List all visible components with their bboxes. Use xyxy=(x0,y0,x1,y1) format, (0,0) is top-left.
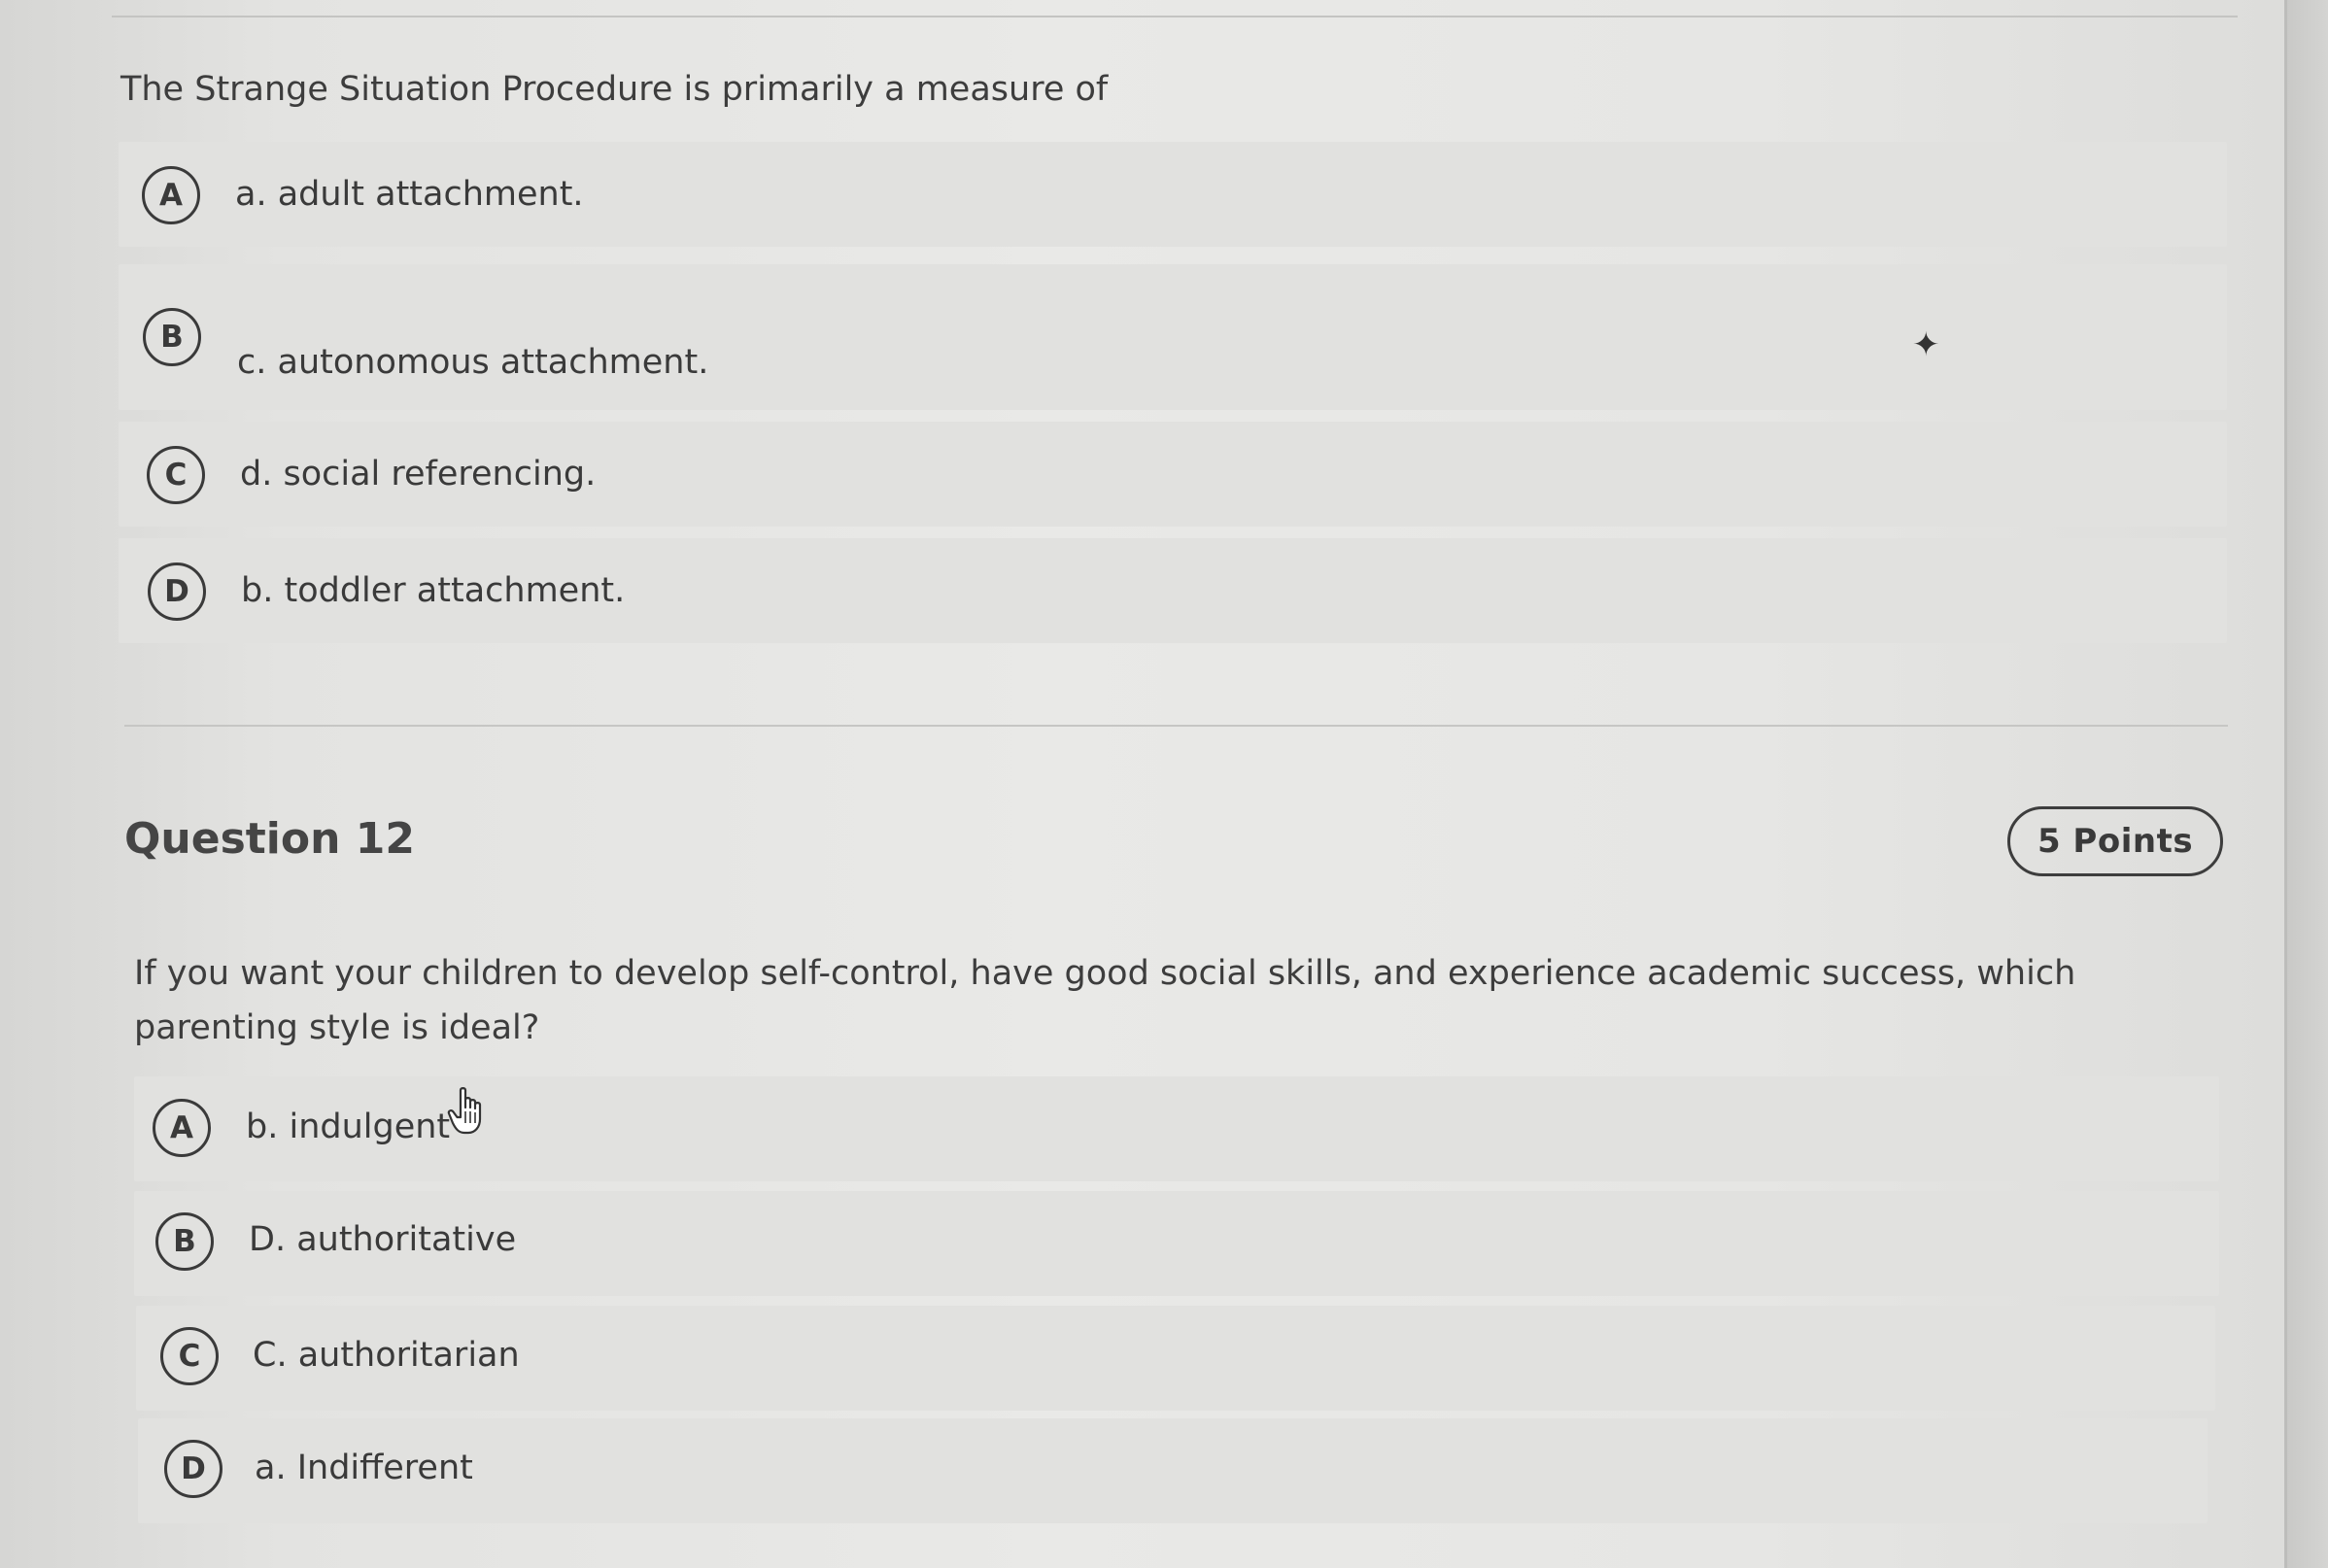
screen-right-edge xyxy=(2284,0,2328,1568)
option-letter-a: A xyxy=(142,166,200,224)
question-divider xyxy=(124,725,2228,727)
question-11-option-b[interactable]: B c. autonomous attachment. xyxy=(119,264,2227,410)
option-label: C. authoritarian xyxy=(253,1336,520,1375)
option-letter-c: C xyxy=(160,1327,219,1385)
option-letter-c: C xyxy=(147,446,205,504)
question-11-option-a[interactable]: A a. adult attachment. xyxy=(119,142,2227,247)
option-letter-a: A xyxy=(153,1099,211,1157)
question-heading: Question 12 xyxy=(124,814,415,864)
question-11-option-d[interactable]: D b. toddler attachment. xyxy=(119,538,2227,643)
option-letter-b: B xyxy=(155,1212,214,1271)
question-11-option-c[interactable]: C d. social referencing. xyxy=(119,422,2227,527)
option-label: D. authoritative xyxy=(249,1220,517,1259)
question-12-text: If you want your children to develop sel… xyxy=(134,954,2076,1047)
top-divider xyxy=(112,16,2238,17)
question-12-option-d[interactable]: D a. Indifferent xyxy=(138,1418,2208,1523)
question-12-option-c[interactable]: C C. authoritarian xyxy=(136,1306,2215,1411)
option-label: a. adult attachment. xyxy=(235,175,584,214)
option-letter-d: D xyxy=(148,562,206,621)
option-label: b. toddler attachment. xyxy=(241,571,626,610)
option-label: d. social referencing. xyxy=(240,455,597,494)
question-11-text: The Strange Situation Procedure is prima… xyxy=(120,70,1109,109)
option-letter-d: D xyxy=(164,1440,223,1498)
question-12-option-b[interactable]: B D. authoritative xyxy=(134,1191,2219,1296)
option-label: c. autonomous attachment. xyxy=(237,343,709,382)
star-icon: ✦ xyxy=(1912,325,1940,364)
points-badge: 5 Points xyxy=(2007,806,2223,876)
option-letter-b: B xyxy=(143,308,201,366)
hand-pointer-icon xyxy=(447,1087,482,1135)
option-label: a. Indifferent xyxy=(255,1449,473,1487)
option-label: b. indulgent xyxy=(246,1108,451,1146)
